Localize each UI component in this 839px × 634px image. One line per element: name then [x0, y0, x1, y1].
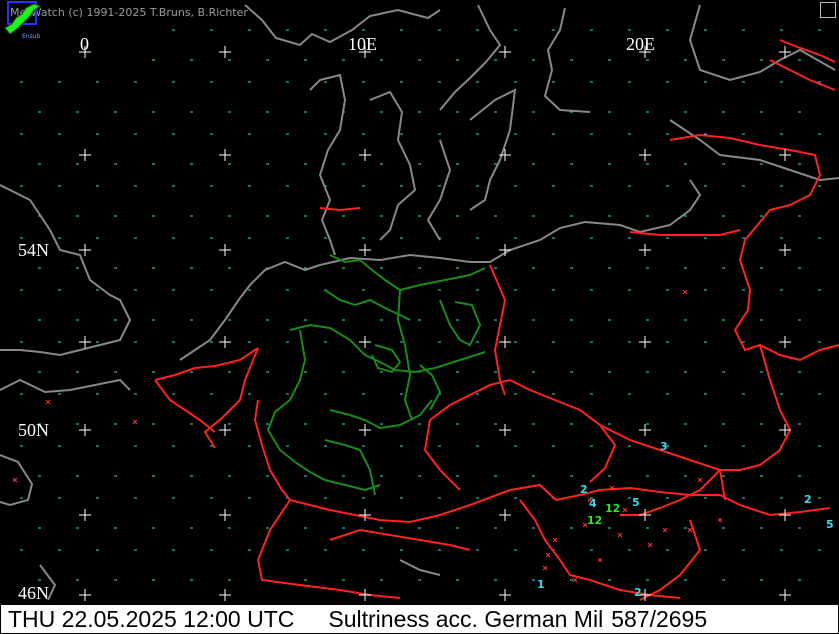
lat-label-54n: 54N [18, 240, 49, 260]
weather-map[interactable]: MetWatch (c) 1991-2025 T.Bruns, B.Richte… [0, 0, 839, 604]
lat-label-50n: 50N [18, 420, 49, 440]
footer-counter: 587/2695 [611, 605, 708, 632]
coastlines [0, 4, 839, 601]
station-value: 4 [589, 497, 597, 510]
close-icon[interactable] [820, 2, 836, 18]
status-footer: THU 22.05.2025 12:00 UTC Sultriness acc.… [0, 604, 839, 634]
lon-label-20e: 20E [626, 34, 655, 54]
station-value: 5 [826, 518, 834, 531]
footer-datetime: THU 22.05.2025 12:00 UTC [8, 605, 295, 632]
station-value: 2 [580, 483, 588, 496]
lon-label-10e: 10E [348, 34, 377, 54]
metwatch-logo-icon: Ensub [4, 1, 42, 40]
lon-label-0: 0 [80, 34, 89, 54]
footer-product: Sultriness acc. German Mil [328, 605, 604, 632]
station-value: 5 [632, 496, 640, 509]
station-value: 2 [634, 586, 642, 599]
state-borders [266, 254, 486, 496]
lat-label-46n: 46N [18, 583, 49, 603]
station-value: 1 [537, 578, 545, 591]
station-value: 12 [605, 502, 621, 515]
station-value: 3 [660, 440, 668, 453]
precip-marks [12, 289, 723, 583]
no-value-dashes [20, 29, 821, 581]
station-value: 12 [587, 514, 603, 527]
map-canvas [0, 4, 839, 601]
logo-text: Ensub [22, 33, 41, 40]
station-value: 2 [804, 493, 812, 506]
